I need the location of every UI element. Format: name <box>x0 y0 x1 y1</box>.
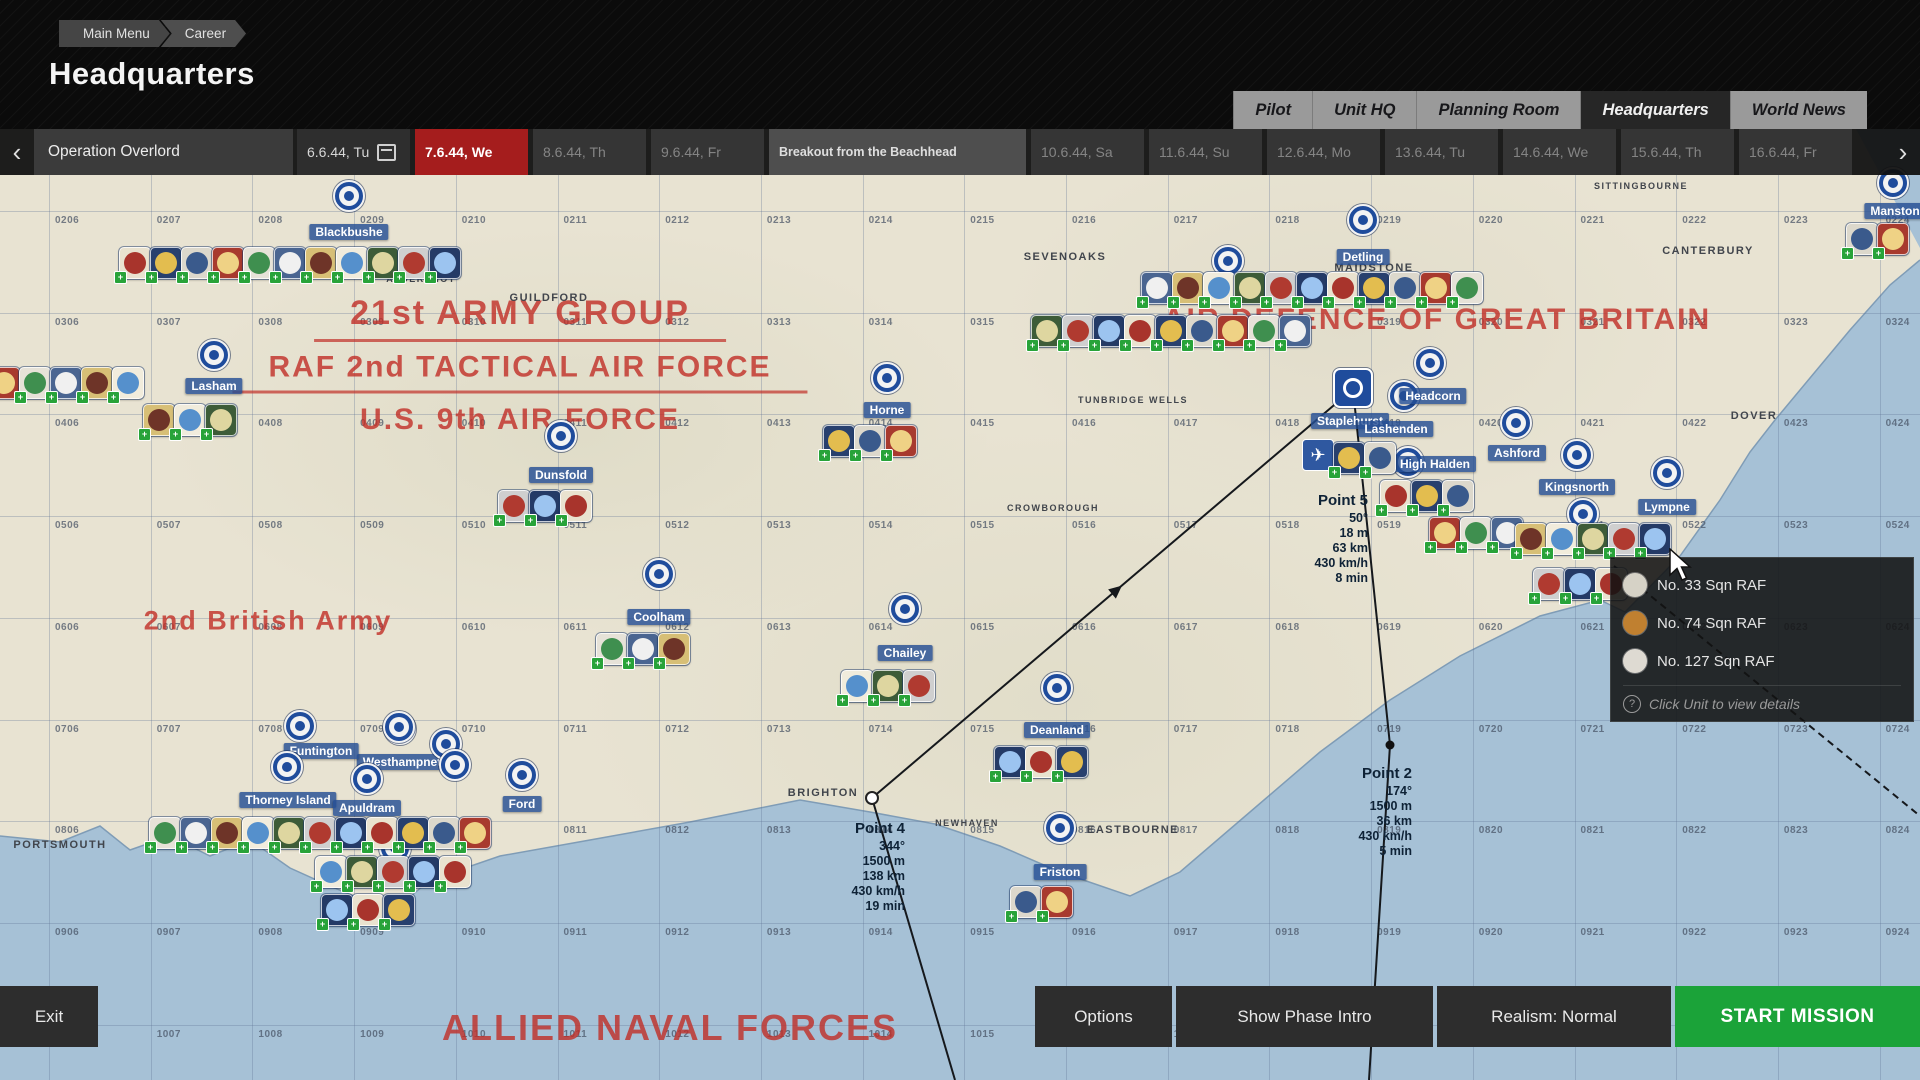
waypoint-data-line: 1500 m <box>851 854 905 869</box>
waypoint-info-point-2: Point 2 174°1500 m36 km430 km/h5 min <box>1358 765 1412 859</box>
phase-tab-breakout-from-the-beachhead[interactable]: Breakout from the Beachhead <box>769 129 1026 175</box>
campaign-tab[interactable]: Operation Overlord <box>34 129 293 175</box>
show-phase-intro-button[interactable]: Show Phase Intro <box>1176 986 1433 1047</box>
top-bar: Main MenuCareer Headquarters PilotUnit H… <box>0 0 1920 129</box>
calendar-icon <box>377 144 396 161</box>
waypoint-data-line: 18 m <box>1314 526 1368 541</box>
date-tab-label: 13.6.44, Tu <box>1395 144 1465 160</box>
headquarters-screen: 0206020702080209021002110212021302140215… <box>0 0 1920 1080</box>
waypoint-data-line: 19 min <box>851 899 905 914</box>
waypoint-title: Point 2 <box>1358 765 1412 782</box>
waypoint-info-point-5: Point 5 50°18 m63 km430 km/h8 min <box>1314 492 1368 586</box>
date-tab-label: 8.6.44, Th <box>543 144 606 160</box>
waypoint-data-line: 430 km/h <box>851 884 905 899</box>
date-tab-10-6-44-sa[interactable]: 10.6.44, Sa <box>1031 129 1144 175</box>
date-tab-label: 12.6.44, Mo <box>1277 144 1351 160</box>
waypoint-data-line: 50° <box>1314 511 1368 526</box>
nav-tab-pilot[interactable]: Pilot <box>1233 91 1312 129</box>
squadron-emblem-icon <box>1623 573 1647 597</box>
timeline-bar: ‹Operation Overlord 6.6.44, Tu 7.6.44, We 8… <box>0 129 1920 175</box>
waypoint-data-line: 174° <box>1358 784 1412 799</box>
nav-tab-headquarters[interactable]: Headquarters <box>1580 91 1729 129</box>
footer-buttons: OptionsShow Phase IntroRealism: NormalST… <box>1035 986 1920 1047</box>
tooltip-hint-text: Click Unit to view details <box>1649 696 1800 712</box>
waypoint-data-line: 344° <box>851 839 905 854</box>
tooltip-unit-label: No. 74 Sqn RAF <box>1657 615 1766 632</box>
date-tab-8-6-44-th[interactable]: 8.6.44, Th <box>533 129 646 175</box>
exit-button[interactable]: Exit <box>0 986 98 1047</box>
date-tab-13-6-44-tu[interactable]: 13.6.44, Tu <box>1385 129 1498 175</box>
date-tab-16-6-44-fr[interactable]: 16.6.44, Fr <box>1739 129 1852 175</box>
date-tab-11-6-44-su[interactable]: 11.6.44, Su <box>1149 129 1262 175</box>
breadcrumb-item-career[interactable]: Career <box>161 20 246 47</box>
main-nav: PilotUnit HQPlanning RoomHeadquartersWor… <box>1233 91 1867 129</box>
waypoint-title: Point 5 <box>1314 492 1368 509</box>
waypoint-data-line: 8 min <box>1314 571 1368 586</box>
start-mission-button[interactable]: START MISSION <box>1675 986 1920 1047</box>
unit-tooltip: No. 33 Sqn RAF No. 74 Sqn RAF No. 127 Sqn … <box>1610 557 1914 722</box>
page-title: Headquarters <box>49 56 255 92</box>
waypoint-data-line: 63 km <box>1314 541 1368 556</box>
date-tab-label: 14.6.44, We <box>1513 144 1588 160</box>
date-tab-12-6-44-mo[interactable]: 12.6.44, Mo <box>1267 129 1380 175</box>
waypoint-data-line: 36 km <box>1358 814 1412 829</box>
nav-tab-world-news[interactable]: World News <box>1730 91 1867 129</box>
nav-tab-unit-hq[interactable]: Unit HQ <box>1312 91 1416 129</box>
squadron-emblem-icon <box>1623 611 1647 635</box>
nav-tab-planning-room[interactable]: Planning Room <box>1416 91 1580 129</box>
tooltip-unit-no-74-sqn-raf[interactable]: No. 74 Sqn RAF <box>1623 604 1901 642</box>
date-tab-label: 16.6.44, Fr <box>1749 144 1817 160</box>
timeline-prev-icon[interactable]: ‹ <box>0 129 34 175</box>
date-tab-label: 9.6.44, Fr <box>661 144 721 160</box>
waypoint-marker-point-2 <box>1386 741 1395 750</box>
date-tab-label: 7.6.44, We <box>425 144 492 160</box>
date-tab-label: 6.6.44, Tu <box>307 144 369 160</box>
date-tab-15-6-44-th[interactable]: 15.6.44, Th <box>1621 129 1734 175</box>
squadron-emblem-icon <box>1623 649 1647 673</box>
waypoint-data-line: 5 min <box>1358 844 1412 859</box>
mouse-cursor-icon <box>1668 548 1704 588</box>
timeline-next-icon[interactable]: › <box>1886 129 1920 175</box>
tooltip-unit-no-33-sqn-raf[interactable]: No. 33 Sqn RAF <box>1623 566 1901 604</box>
tooltip-hint: ? Click Unit to view details <box>1623 685 1901 713</box>
waypoint-marker-point-4 <box>865 791 879 805</box>
waypoint-title: Point 4 <box>851 820 905 837</box>
date-tab-7-6-44-we[interactable]: 7.6.44, We <box>415 129 528 175</box>
waypoint-info-point-4: Point 4 344°1500 m138 km430 km/h19 min <box>851 820 905 914</box>
date-tab-label: 10.6.44, Sa <box>1041 144 1113 160</box>
breadcrumb: Main MenuCareer <box>59 20 246 47</box>
options-button[interactable]: Options <box>1035 986 1172 1047</box>
date-tab-14-6-44-we[interactable]: 14.6.44, We <box>1503 129 1616 175</box>
tooltip-unit-label: No. 127 Sqn RAF <box>1657 653 1775 670</box>
date-tab-label: Breakout from the Beachhead <box>779 145 957 159</box>
help-icon: ? <box>1623 695 1641 713</box>
waypoint-data-line: 1500 m <box>1358 799 1412 814</box>
date-tab-9-6-44-fr[interactable]: 9.6.44, Fr <box>651 129 764 175</box>
waypoint-data-line: 138 km <box>851 869 905 884</box>
date-tab-label: 15.6.44, Th <box>1631 144 1702 160</box>
waypoint-data-line: 430 km/h <box>1314 556 1368 571</box>
date-tab-6-6-44-tu[interactable]: 6.6.44, Tu <box>297 129 410 175</box>
waypoint-data-line: 430 km/h <box>1358 829 1412 844</box>
realism-normal-button[interactable]: Realism: Normal <box>1437 986 1671 1047</box>
tooltip-unit-no-127-sqn-raf[interactable]: No. 127 Sqn RAF <box>1623 642 1901 680</box>
date-tab-label: 11.6.44, Su <box>1159 144 1230 160</box>
breadcrumb-item-main-menu[interactable]: Main Menu <box>59 20 170 47</box>
